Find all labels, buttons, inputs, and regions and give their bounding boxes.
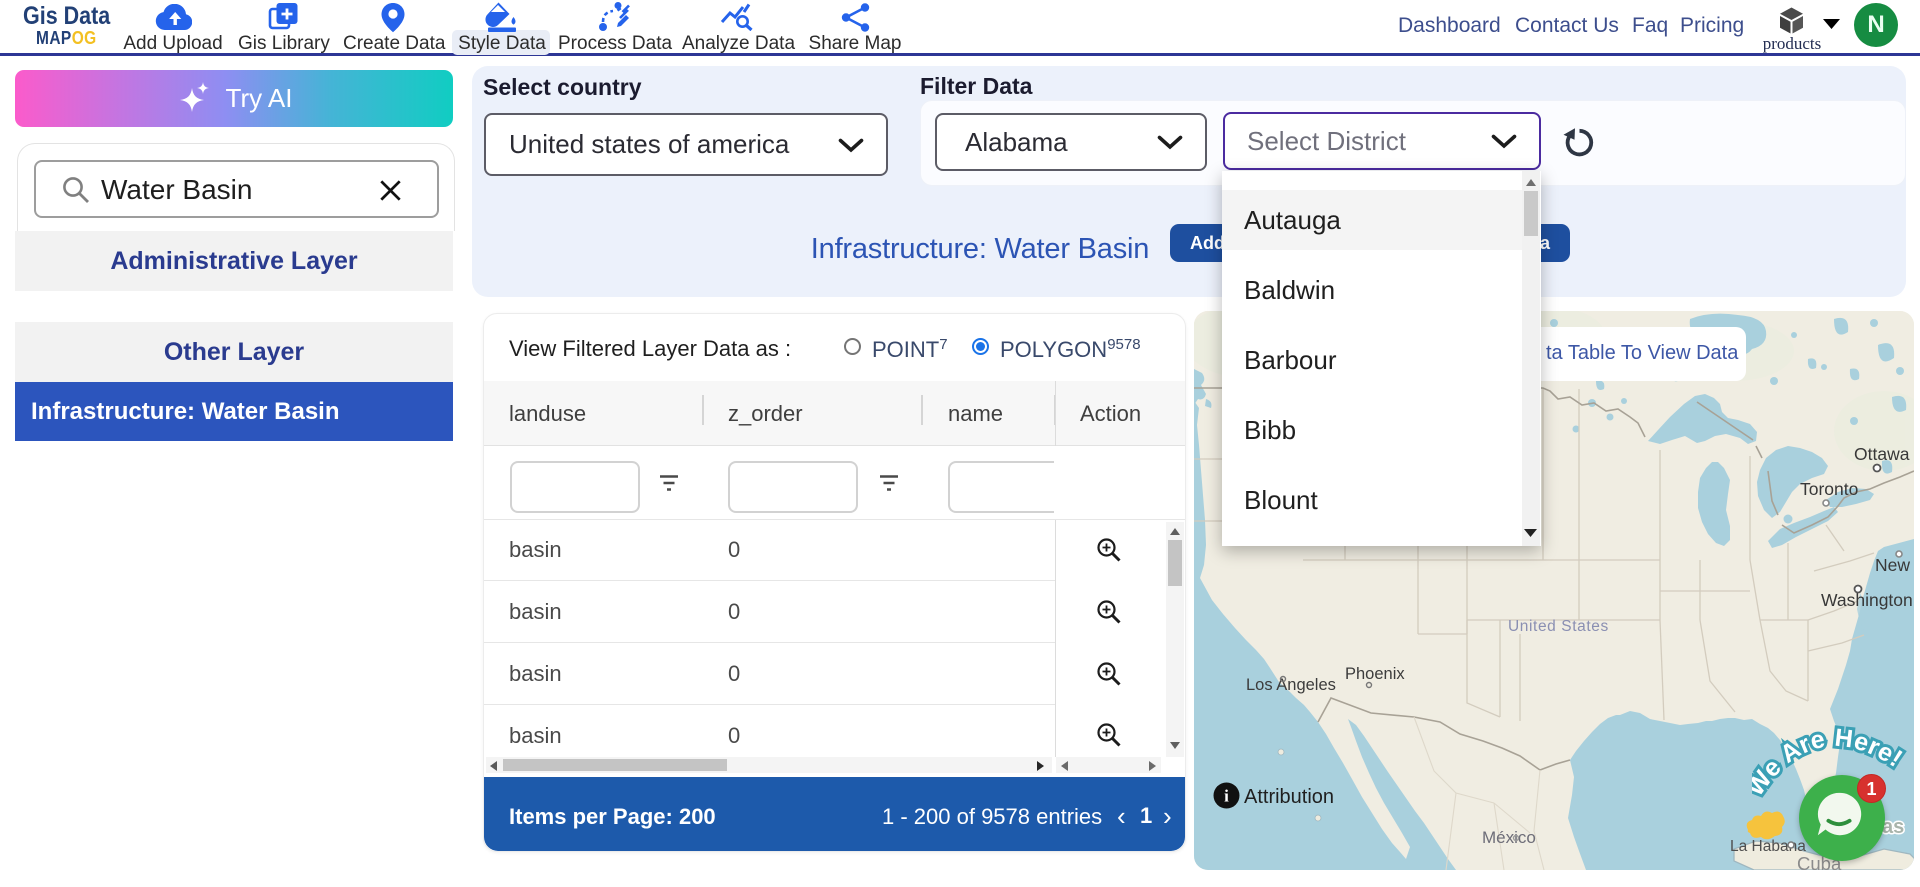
svg-text:Los Angeles: Los Angeles (1246, 676, 1336, 694)
svg-text:Phoenix: Phoenix (1345, 665, 1405, 683)
svg-text:México: México (1482, 828, 1536, 847)
svg-text:Ottawa: Ottawa (1854, 444, 1910, 464)
svg-text:New Yor: New Yor (1875, 555, 1914, 575)
svg-text:as: as (1882, 816, 1904, 838)
svg-text:i: i (1224, 787, 1229, 806)
svg-text:Washington: Washington (1821, 590, 1913, 610)
svg-text:Toronto: Toronto (1800, 479, 1858, 499)
svg-text:United States: United States (1508, 618, 1609, 635)
